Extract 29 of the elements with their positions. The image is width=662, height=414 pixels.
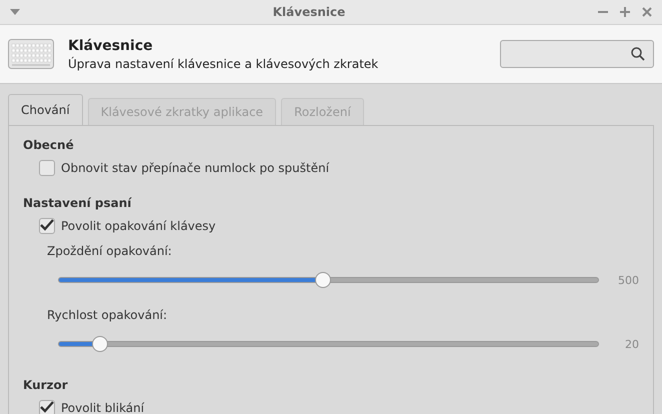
- slider-label: Zpoždění opakování:: [47, 244, 173, 258]
- slider-track[interactable]: [58, 277, 599, 283]
- slider-value: 500: [617, 274, 639, 286]
- header-subtitle: Úprava nastavení klávesnice a klávesových zkratek: [68, 56, 380, 70]
- window-title: Klávesnice: [272, 5, 346, 19]
- header-title: Klávesnice: [68, 38, 154, 54]
- slider-label: Rychlost opakování:: [47, 308, 168, 322]
- checkbox[interactable]: [39, 218, 55, 234]
- slider-track[interactable]: [58, 341, 599, 347]
- checkbox-label: Povolit opakování klávesy: [61, 219, 216, 233]
- checkbox[interactable]: [39, 400, 55, 414]
- dropdown-arrow-icon[interactable]: [10, 9, 20, 15]
- close-icon[interactable]: [642, 7, 652, 17]
- tab[interactable]: Rozložení: [281, 98, 364, 125]
- checkbox-label: Povolit blikání: [61, 401, 144, 414]
- keyboard-icon: [8, 39, 54, 69]
- slider-value: 20: [624, 338, 639, 350]
- maximize-icon[interactable]: [620, 7, 630, 17]
- slider-thumb[interactable]: [92, 336, 108, 352]
- tab[interactable]: Klávesové zkratky aplikace: [88, 98, 276, 125]
- section-heading: Nastavení psaní: [23, 196, 133, 210]
- checkbox[interactable]: [39, 160, 55, 176]
- search-field[interactable]: [500, 40, 654, 68]
- section-heading: Obecné: [23, 138, 75, 152]
- section-heading: Kurzor: [23, 378, 69, 392]
- slider-thumb[interactable]: [315, 272, 332, 288]
- checkbox-label: Obnovit stav přepínače numlock po spuštění: [61, 161, 330, 175]
- tab[interactable]: Chování: [8, 94, 83, 125]
- search-icon[interactable]: [631, 47, 645, 61]
